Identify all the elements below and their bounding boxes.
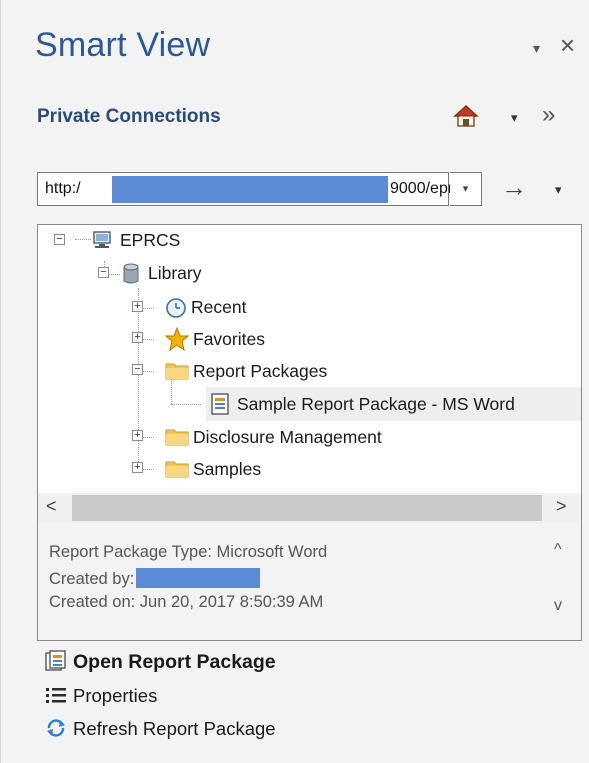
- scroll-down-arrow[interactable]: v: [554, 597, 562, 615]
- go-menu-button[interactable]: ▾: [555, 182, 562, 198]
- detail-created-by-label: Created by:: [49, 570, 135, 588]
- tree-connector: [142, 469, 154, 470]
- tree-node-favorites[interactable]: Favorites: [193, 329, 265, 350]
- tree-node-eprcs[interactable]: EPRCS: [120, 230, 180, 251]
- connections-more-button[interactable]: »: [542, 101, 555, 129]
- scroll-right-arrow[interactable]: >: [556, 496, 567, 517]
- tree-expand-toggle[interactable]: +: [132, 332, 143, 343]
- clock-icon: [166, 298, 186, 318]
- url-redaction: [112, 176, 388, 203]
- home-icon[interactable]: [453, 104, 479, 128]
- tree-node-report-packages[interactable]: Report Packages: [193, 361, 327, 382]
- horizontal-scrollbar[interactable]: < >: [38, 493, 581, 523]
- url-dropdown-button[interactable]: ▾: [450, 172, 482, 206]
- folder-icon: [165, 363, 189, 380]
- detail-package-type: Report Package Type: Microsoft Word: [49, 543, 328, 561]
- tree-connector: [142, 339, 154, 340]
- properties-action[interactable]: Properties: [45, 684, 157, 707]
- server-icon: [93, 231, 111, 248]
- connections-title: Private Connections: [37, 106, 221, 127]
- star-icon: [165, 327, 189, 351]
- refresh-icon: [47, 719, 65, 737]
- tree-connector: [75, 239, 91, 240]
- scroll-left-arrow[interactable]: <: [46, 496, 57, 517]
- folder-icon: [165, 461, 189, 478]
- properties-label: Properties: [73, 685, 158, 706]
- tree-node-disclosure-management[interactable]: Disclosure Management: [193, 427, 382, 448]
- tree-connector: [171, 404, 201, 405]
- tree-connector: [142, 371, 154, 372]
- open-report-package-label: Open Report Package: [73, 651, 276, 673]
- smart-view-pane: Smart View ▾ × Private Connections ▾ » h…: [0, 0, 589, 763]
- tree-node-sample-report-package[interactable]: Sample Report Package - MS Word: [237, 394, 515, 415]
- url-prefix-text: http:/: [45, 180, 81, 197]
- tree-collapse-toggle[interactable]: −: [132, 364, 143, 375]
- tree-connector: [171, 378, 172, 404]
- database-icon: [123, 263, 139, 284]
- tree-connector: [138, 288, 139, 472]
- detail-created-by: Created by:: [49, 568, 261, 589]
- list-icon: [46, 688, 66, 703]
- tree-node-recent[interactable]: Recent: [191, 297, 246, 318]
- tree-expand-toggle[interactable]: +: [132, 301, 143, 312]
- horizontal-scroll-thumb[interactable]: [72, 495, 542, 521]
- detail-created-on: Created on: Jun 20, 2017 8:50:39 AM: [49, 593, 324, 611]
- pane-menu-button[interactable]: ▾: [533, 40, 540, 57]
- connection-tree: − EPRCS − Library + Recent + Favorites −…: [37, 224, 582, 641]
- tree-expand-toggle[interactable]: +: [132, 430, 143, 441]
- tree-collapse-toggle[interactable]: −: [98, 267, 109, 278]
- connections-menu-button[interactable]: ▾: [511, 110, 518, 126]
- url-combobox[interactable]: http:/ 9000/epm: [37, 172, 461, 206]
- go-button[interactable]: →: [501, 172, 527, 203]
- open-report-package-icon: [45, 650, 66, 671]
- created-by-redaction: [136, 568, 261, 588]
- tree-node-library[interactable]: Library: [148, 263, 202, 284]
- tree-expand-toggle[interactable]: +: [132, 462, 143, 473]
- open-report-package-action[interactable]: Open Report Package: [45, 650, 276, 674]
- tree-connector: [142, 437, 154, 438]
- tree-node-samples[interactable]: Samples: [193, 459, 261, 480]
- tree-collapse-toggle[interactable]: −: [54, 234, 65, 245]
- refresh-report-package-action[interactable]: Refresh Report Package: [45, 717, 276, 740]
- tree-connector: [142, 308, 154, 309]
- refresh-report-package-label: Refresh Report Package: [73, 718, 276, 739]
- pane-close-button[interactable]: ×: [560, 30, 575, 61]
- details-panel: Report Package Type: Microsoft Word Crea…: [38, 523, 581, 640]
- pane-title: Smart View: [35, 26, 211, 64]
- report-package-icon: [211, 393, 229, 415]
- folder-icon: [165, 429, 189, 446]
- scroll-up-arrow[interactable]: ^: [554, 541, 562, 559]
